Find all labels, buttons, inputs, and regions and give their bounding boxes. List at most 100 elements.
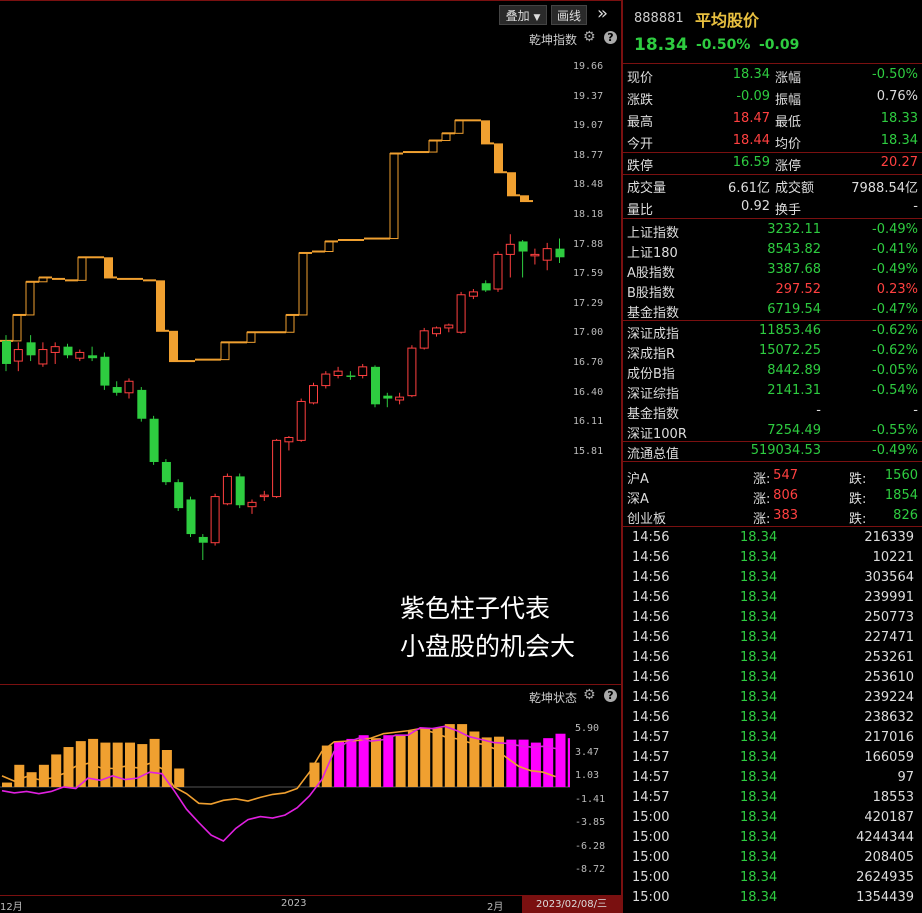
tick-row: 15:00 18.34 4244344 bbox=[623, 828, 922, 848]
expand-icon[interactable]: » bbox=[597, 3, 608, 24]
help-icon[interactable]: ? bbox=[604, 689, 617, 702]
index-name: 基金指数 bbox=[627, 306, 680, 322]
oscillator-bar bbox=[26, 772, 37, 787]
oscillator-chart[interactable] bbox=[0, 700, 570, 895]
candle-body bbox=[296, 400, 306, 441]
index-row[interactable]: 成份B指 8442.89 -0.05% bbox=[623, 361, 922, 382]
index-change: 0.23% bbox=[876, 282, 918, 298]
gear-icon[interactable]: ⚙ bbox=[583, 29, 596, 45]
index-row[interactable]: 深证综指 2141.31 -0.54% bbox=[623, 381, 922, 402]
quote-panel: 888881 平均股价 18.34 -0.50% -0.09 现价 18.34 … bbox=[623, 0, 922, 913]
tick-row: 14:57 18.34 217016 bbox=[623, 728, 922, 748]
tick-time: 14:56 bbox=[632, 710, 670, 725]
candle-body bbox=[222, 475, 232, 505]
market-name: 深A bbox=[627, 492, 649, 507]
quote-value: 16.59 bbox=[732, 155, 770, 170]
quote-label: 均价 bbox=[775, 137, 802, 152]
tick-row: 14:57 18.34 18553 bbox=[623, 788, 922, 808]
price-tick-label: 16.40 bbox=[573, 386, 604, 398]
oscillator-bar bbox=[14, 764, 25, 787]
chart-area[interactable]: 叠加 ▼ 画线 » 乾坤指数 ⚙ ? 19.66 19.37 19.07 18.77 1… bbox=[0, 0, 623, 913]
tick-price: 18.34 bbox=[740, 830, 778, 845]
tick-volume: 250773 bbox=[864, 610, 914, 625]
main-panel-title: 乾坤指数 bbox=[529, 33, 578, 47]
candle-body bbox=[137, 389, 147, 419]
quote-label: 成交额 bbox=[775, 181, 815, 196]
overlay-dropdown[interactable]: 叠加 ▼ bbox=[499, 5, 547, 25]
quote-row: 跌停 16.59 涨停 20.27 bbox=[623, 153, 922, 174]
index-row[interactable]: 深证成指 11853.46 -0.62% bbox=[623, 321, 922, 342]
candle-body bbox=[272, 439, 282, 498]
candle-body bbox=[235, 476, 245, 506]
current-price: 18.34 bbox=[634, 35, 688, 55]
oscillator-bar bbox=[346, 738, 357, 787]
candle-body bbox=[371, 366, 380, 405]
price-tick-label: 18.48 bbox=[573, 179, 604, 191]
index-row[interactable]: 深成指R 15072.25 -0.62% bbox=[623, 341, 922, 362]
index-row[interactable]: A股指数 3387.68 -0.49% bbox=[623, 260, 922, 281]
oscillator-bar bbox=[51, 754, 62, 787]
index-row[interactable]: 流通总值 519034.53 -0.49% bbox=[623, 441, 922, 462]
down-count: 826 bbox=[893, 508, 918, 523]
tick-price: 18.34 bbox=[740, 750, 778, 765]
tick-price: 18.34 bbox=[740, 630, 778, 645]
quote-row: 今开 18.44 均价 18.34 bbox=[623, 131, 922, 152]
candle-body bbox=[75, 351, 85, 359]
candle-body bbox=[321, 373, 331, 387]
candle-body bbox=[26, 342, 36, 356]
help-icon[interactable]: ? bbox=[604, 31, 617, 44]
market-breadth-row: 创业板 涨: 383 跌: 826 bbox=[623, 506, 922, 527]
oscillator-bar bbox=[432, 727, 443, 787]
tick-price: 18.34 bbox=[740, 550, 778, 565]
candle-body bbox=[419, 330, 429, 349]
index-row[interactable]: 基金指数 - - bbox=[623, 401, 922, 422]
tick-price: 18.34 bbox=[740, 590, 778, 605]
tick-row: 14:56 18.34 10221 bbox=[623, 548, 922, 568]
index-name: 深证综指 bbox=[627, 386, 680, 402]
index-row[interactable]: 深证100R 7254.49 -0.55% bbox=[623, 421, 922, 442]
index-row[interactable]: B股指数 297.52 0.23% bbox=[623, 280, 922, 301]
tick-price: 18.34 bbox=[740, 670, 778, 685]
index-value: 11853.46 bbox=[758, 322, 821, 338]
candle-body bbox=[383, 395, 393, 399]
index-row[interactable]: 基金指数 6719.54 -0.47% bbox=[623, 300, 922, 322]
draw-line-button[interactable]: 画线 bbox=[551, 5, 587, 25]
price-tick-label: 19.07 bbox=[573, 120, 604, 132]
oscillator-tick-label: 3.47 bbox=[575, 746, 600, 758]
quote-label: 涨停 bbox=[775, 159, 802, 174]
oscillator-tick-label: 1.03 bbox=[575, 770, 600, 781]
up-count: 547 bbox=[773, 468, 798, 483]
tick-price: 18.34 bbox=[740, 810, 778, 825]
stock-name: 平均股价 bbox=[695, 11, 760, 30]
quote-row: 现价 18.34 涨幅 -0.50% bbox=[623, 65, 922, 86]
candle-body bbox=[395, 396, 405, 401]
candlestick-chart[interactable] bbox=[0, 48, 570, 684]
gear-icon[interactable]: ⚙ bbox=[583, 687, 596, 703]
price-tick-label: 16.70 bbox=[573, 357, 604, 368]
up-label: 涨: bbox=[753, 492, 771, 507]
step-bar bbox=[77, 256, 87, 281]
index-change: -0.05% bbox=[872, 362, 918, 378]
tick-time: 14:56 bbox=[632, 630, 670, 645]
candle-body bbox=[210, 496, 220, 544]
annotation-line-2: 小盘股的机会大 bbox=[400, 632, 576, 661]
index-row[interactable]: 上证指数 3232.11 -0.49% bbox=[623, 220, 922, 241]
tick-time: 15:00 bbox=[632, 830, 670, 845]
top-border bbox=[0, 0, 622, 1]
tick-row: 14:56 18.34 239991 bbox=[623, 588, 922, 608]
index-value: 8543.82 bbox=[767, 242, 821, 258]
quote-label: 今开 bbox=[627, 137, 654, 152]
tick-volume: 303564 bbox=[864, 570, 914, 585]
index-row[interactable]: 上证180 8543.82 -0.41% bbox=[623, 240, 922, 261]
quote-label: 涨幅 bbox=[775, 71, 802, 86]
candle-body bbox=[247, 501, 257, 508]
quote-row: 涨跌 -0.09 振幅 0.76% bbox=[623, 87, 922, 108]
quote-label: 振幅 bbox=[775, 93, 802, 108]
quote-value: 18.34 bbox=[880, 133, 918, 148]
candle-body bbox=[555, 248, 565, 258]
market-name: 创业板 bbox=[627, 512, 667, 527]
oscillator-bar bbox=[371, 738, 381, 787]
oscillator-bar bbox=[555, 733, 566, 787]
tick-volume: 239991 bbox=[864, 590, 914, 605]
tick-row: 14:56 18.34 216339 bbox=[623, 528, 922, 548]
